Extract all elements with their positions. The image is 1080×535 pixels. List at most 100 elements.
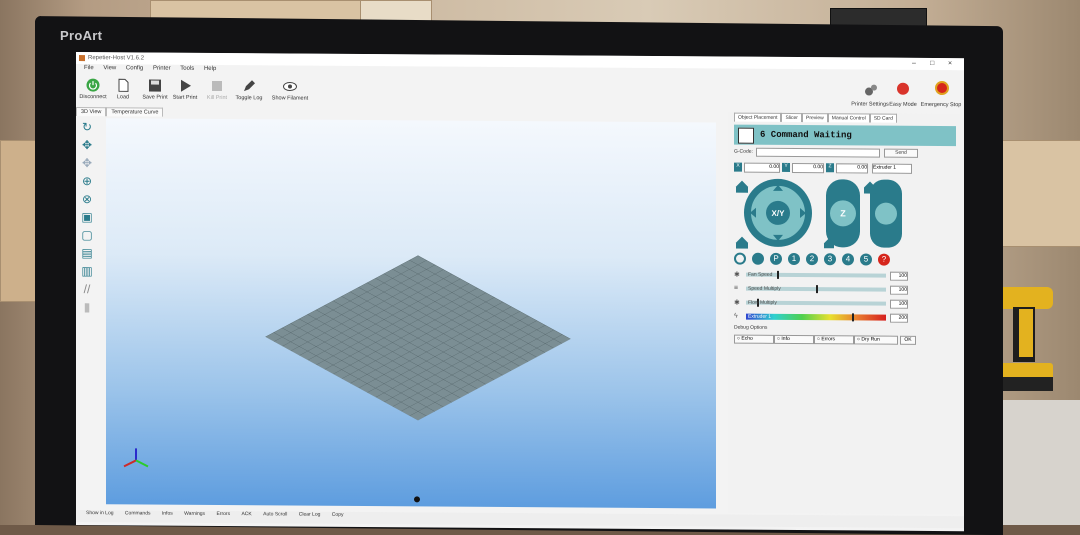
fan-speed-slider[interactable]: ✱ Fan Speed 100 [734, 270, 956, 281]
file-icon [118, 78, 129, 92]
emergency-stop-label: Emergency Stop [920, 101, 962, 109]
debug-options-row: ○ Echo ○ Info ○ Errors ○ Dry Run OK [734, 334, 956, 346]
preset-3-button[interactable]: 3 [824, 253, 836, 266]
disconnect-button[interactable]: Disconnect [76, 76, 110, 100]
clear-log-button[interactable]: Clear Log [299, 512, 321, 518]
gear-icon [865, 84, 877, 96]
copy-log-button[interactable]: Copy [332, 512, 344, 518]
position-row: X 0.00 Y 0.00 Z 0.00 Extruder 1 [734, 162, 956, 174]
fan-icon: ✱ [734, 271, 740, 279]
start-print-button[interactable]: Start Print [168, 77, 202, 101]
log-warnings-toggle[interactable]: Warnings [184, 511, 205, 517]
trash-icon[interactable]: ▮ [80, 300, 94, 314]
debug-errors-toggle[interactable]: ○ Errors [814, 335, 854, 345]
y-value: 0.00 [792, 162, 824, 174]
eye-icon [283, 81, 297, 91]
speed-multiply-value[interactable]: 100 [890, 285, 908, 295]
emergency-stop-button[interactable]: Emergency Stop [920, 81, 962, 109]
save-print-button[interactable]: Save Print [138, 76, 172, 101]
help-icon[interactable]: ? [878, 253, 890, 266]
power-toggle-icon[interactable] [734, 252, 746, 265]
load-label: Load [116, 94, 130, 101]
fan-button-row: P 1 2 3 4 5 ? [734, 252, 956, 269]
preset-1-button[interactable]: 1 [788, 252, 800, 266]
preset-5-button[interactable]: 5 [860, 253, 872, 266]
home-extruder-icon[interactable] [864, 181, 876, 194]
zoom-in-icon[interactable]: ⊕ [80, 174, 94, 188]
log-infos-toggle[interactable]: Infos [162, 511, 173, 517]
menu-tools[interactable]: Tools [180, 66, 194, 72]
tab-manual-control[interactable]: Manual Control [827, 113, 870, 123]
extruder-temp-value[interactable]: 200 [890, 313, 908, 323]
menu-printer[interactable]: Printer [153, 66, 171, 72]
left-wood [0, 140, 40, 302]
tab-preview[interactable]: Preview [801, 113, 828, 123]
ok-button[interactable]: OK [900, 335, 916, 345]
log-errors-toggle[interactable]: Errors [216, 511, 230, 517]
home-all-icon[interactable] [736, 180, 748, 193]
window-title: Repetier-Host V1.6.2 [88, 55, 145, 62]
tab-slicer[interactable]: Slicer [781, 112, 802, 123]
command-status: 6 Command Waiting [760, 129, 852, 141]
kill-print-label: Kill Print [206, 94, 228, 102]
log-ack-toggle[interactable]: ACK [241, 511, 251, 517]
send-button[interactable]: Send [884, 148, 918, 158]
flow-multiply-label: Flow Multiply [748, 299, 777, 306]
tab-sd-card[interactable]: SD Card [869, 113, 897, 123]
flow-multiply-slider[interactable]: ✱ Flow Multiply 100 [734, 298, 956, 309]
show-filament-button[interactable]: Show Filament [268, 77, 312, 102]
zoom-fit-icon[interactable]: ⊗ [80, 192, 94, 206]
menu-view[interactable]: View [103, 65, 116, 71]
menu-config[interactable]: Config [126, 65, 143, 71]
tab-temperature-curve[interactable]: Temperature Curve [106, 107, 164, 117]
tab-3d-view[interactable]: 3D View [76, 107, 107, 117]
temperature-knob[interactable] [852, 313, 855, 322]
debug-dry-run-toggle[interactable]: ○ Dry Run [854, 335, 898, 345]
speed-multiply-knob[interactable] [816, 285, 818, 294]
load-button[interactable]: Load [106, 76, 140, 100]
tab-object-placement[interactable]: Object Placement [734, 112, 782, 122]
preset-2-button[interactable]: 2 [806, 253, 818, 266]
extruder-temp-slider[interactable]: ϟ Extruder 1 200 [734, 313, 956, 323]
printer-settings-button[interactable]: Printer Settings [850, 84, 890, 108]
save-icon [149, 79, 161, 92]
menu-help[interactable]: Help [204, 66, 216, 72]
disconnect-label: Disconnect [79, 94, 107, 101]
home-x-icon[interactable] [736, 236, 748, 249]
move-icon[interactable]: ✥ [80, 138, 94, 152]
move-object-icon[interactable]: ✥ [80, 156, 94, 170]
print-bed-view [123, 255, 571, 503]
fan-speed-value[interactable]: 100 [890, 271, 908, 281]
log-commands-toggle[interactable]: Commands [125, 510, 151, 516]
gcode-input[interactable] [756, 147, 880, 158]
easy-mode-icon [897, 82, 909, 95]
app-icon [79, 55, 85, 62]
maximize-button[interactable]: □ [930, 60, 934, 67]
rotate-icon[interactable]: ↻ [80, 120, 94, 134]
minimize-button[interactable]: – [912, 60, 916, 67]
toggle-log-button[interactable]: Toggle Log [232, 77, 266, 101]
iso-view-icon[interactable]: ▣ [80, 210, 94, 224]
auto-scroll-toggle[interactable]: Auto Scroll [263, 511, 287, 517]
command-status-header: 6 Command Waiting [734, 124, 956, 147]
preset-4-button[interactable]: 4 [842, 253, 854, 266]
menu-file[interactable]: File [84, 65, 94, 71]
kill-print-button[interactable]: Kill Print [200, 77, 234, 101]
fan-speed-knob[interactable] [776, 270, 779, 279]
parallel-view-icon[interactable]: // [80, 282, 94, 296]
axis-gizmo [123, 448, 149, 468]
show-in-log-tab[interactable]: Show in Log [86, 510, 114, 516]
speed-multiply-slider[interactable]: ≡ Speed Multiply 100 [734, 285, 956, 295]
debug-info-toggle[interactable]: ○ Info [774, 334, 814, 345]
debug-echo-toggle[interactable]: ○ Echo [734, 334, 774, 344]
motors-off-icon[interactable] [752, 252, 764, 265]
front-view-icon[interactable]: ▢ [80, 228, 94, 242]
side-view-icon[interactable]: ▥ [80, 264, 94, 278]
top-view-icon[interactable]: ▤ [80, 246, 94, 260]
extruder-select[interactable]: Extruder 1 [872, 163, 912, 174]
park-icon[interactable]: P [770, 252, 782, 265]
close-button[interactable]: × [948, 60, 952, 67]
easy-mode-button[interactable]: Easy Mode [888, 82, 918, 108]
3d-viewport[interactable] [106, 118, 716, 509]
flow-multiply-value[interactable]: 100 [890, 299, 908, 309]
